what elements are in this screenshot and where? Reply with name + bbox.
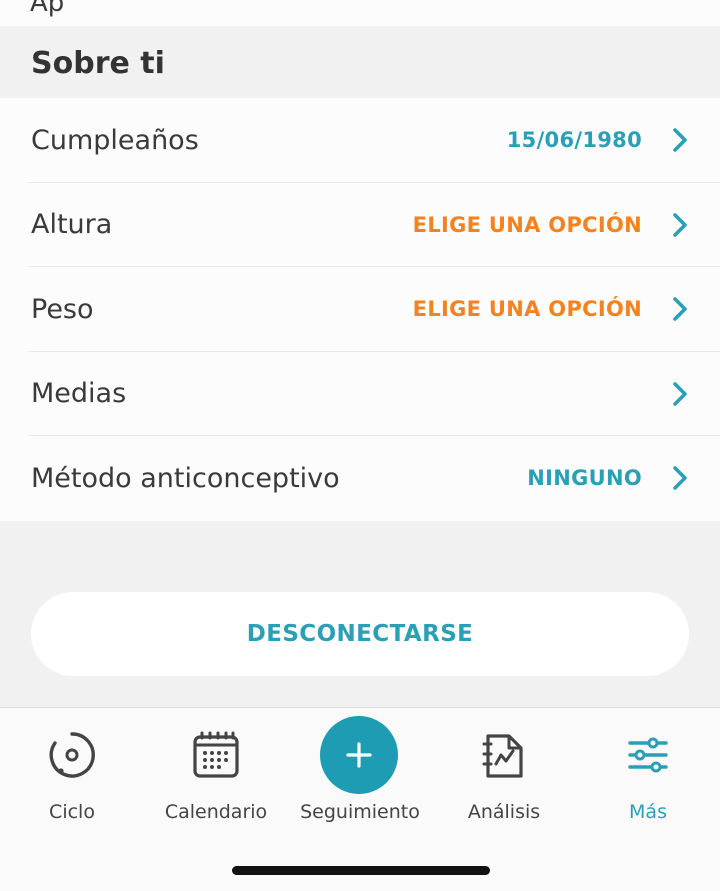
home-indicator bbox=[232, 866, 490, 875]
row-value: 15/06/1980 bbox=[506, 128, 642, 153]
tab-calendar[interactable]: Calendario bbox=[144, 708, 288, 838]
logout-button[interactable]: DESCONECTARSE bbox=[31, 592, 689, 676]
row-weight[interactable]: Peso ELIGE UNA OPCIÓN bbox=[0, 267, 720, 352]
chevron-right-icon bbox=[673, 128, 687, 153]
sliders-icon bbox=[621, 728, 675, 782]
plus-icon bbox=[346, 742, 372, 768]
tab-label: Más bbox=[629, 801, 667, 823]
chevron-right-icon bbox=[673, 212, 687, 237]
calendar-icon bbox=[189, 728, 243, 782]
row-value: ELIGE UNA OPCIÓN bbox=[412, 212, 642, 237]
tab-more[interactable]: Más bbox=[576, 708, 720, 838]
row-value: ELIGE UNA OPCIÓN bbox=[412, 297, 642, 322]
row-contraceptive-method[interactable]: Método anticonceptivo NINGUNO bbox=[0, 436, 720, 521]
add-tracking-button[interactable] bbox=[320, 716, 398, 794]
chevron-right-icon bbox=[673, 297, 687, 322]
row-height[interactable]: Altura ELIGE UNA OPCIÓN bbox=[0, 183, 720, 268]
tab-analysis[interactable]: Análisis bbox=[432, 708, 576, 838]
row-label: Altura bbox=[31, 209, 113, 241]
tab-label: Calendario bbox=[164, 801, 268, 823]
row-label: Cumpleaños bbox=[31, 124, 199, 156]
bottom-tab-bar: Ciclo Calendario Seguimiento Análisis Má… bbox=[0, 707, 720, 891]
tab-cycle[interactable]: Ciclo bbox=[0, 708, 144, 838]
tab-label: Análisis bbox=[467, 801, 541, 823]
truncated-text: Ap bbox=[30, 0, 65, 18]
profile-settings-list: Cumpleaños 15/06/1980 Altura ELIGE UNA O… bbox=[0, 98, 720, 521]
row-averages[interactable]: Medias bbox=[0, 352, 720, 437]
cycle-icon bbox=[45, 728, 99, 782]
row-birthday[interactable]: Cumpleaños 15/06/1980 bbox=[0, 98, 720, 183]
row-label: Método anticonceptivo bbox=[31, 462, 340, 494]
tab-label: Seguimiento bbox=[300, 801, 420, 823]
row-label: Peso bbox=[31, 293, 94, 325]
section-title: Sobre ti bbox=[31, 46, 165, 81]
chevron-right-icon bbox=[673, 466, 687, 491]
row-value: NINGUNO bbox=[527, 466, 642, 491]
section-header: Sobre ti bbox=[0, 26, 720, 98]
previous-row-remnant: Ap bbox=[0, 0, 720, 26]
tab-tracking[interactable]: Seguimiento bbox=[288, 708, 432, 838]
chevron-right-icon bbox=[673, 381, 687, 406]
analysis-icon bbox=[477, 728, 531, 782]
row-label: Medias bbox=[31, 378, 127, 410]
tab-label: Ciclo bbox=[49, 801, 95, 823]
